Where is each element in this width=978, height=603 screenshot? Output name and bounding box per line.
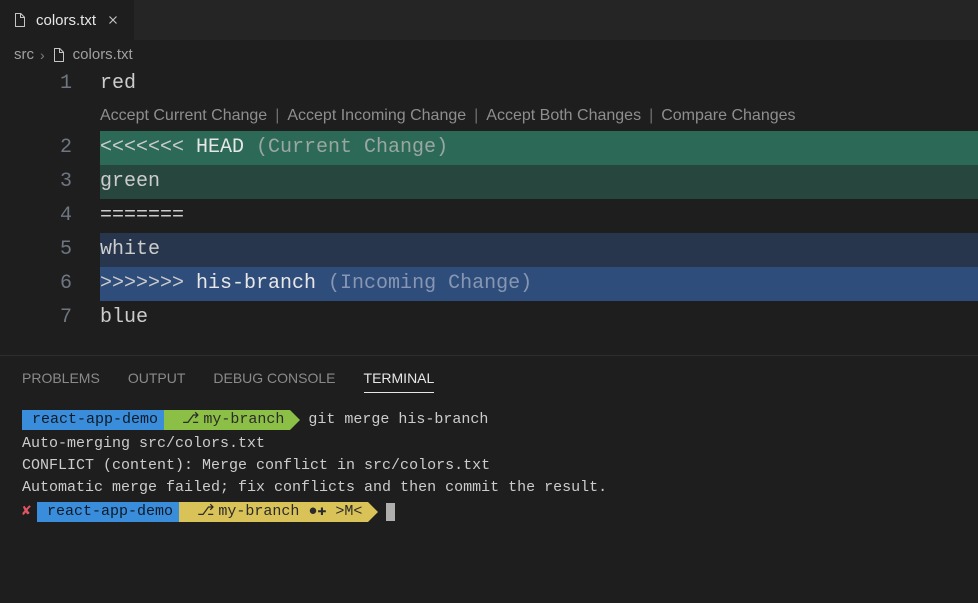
breadcrumb[interactable]: src › colors.txt [0, 40, 978, 67]
code-text[interactable]: green [100, 165, 978, 199]
close-icon[interactable] [104, 11, 122, 29]
tab-bar: colors.txt [0, 0, 978, 40]
terminal-output: Auto-merging src/colors.txt [22, 433, 956, 455]
editor[interactable]: 1 red Accept Current Change | Accept Inc… [0, 67, 978, 335]
terminal-line: ✘ react-app-demo ⎇my-branch ●✚ >M< [22, 501, 956, 523]
accept-incoming-link[interactable]: Accept Incoming Change [287, 101, 466, 131]
chevron-right-icon: › [40, 47, 45, 63]
code-text[interactable]: red [100, 67, 978, 101]
code-text[interactable]: blue [100, 301, 978, 335]
gutter: 2 [0, 131, 100, 165]
separator: | [649, 101, 653, 131]
accept-current-link[interactable]: Accept Current Change [100, 101, 267, 131]
code-text[interactable]: white [100, 233, 978, 267]
tab-problems[interactable]: PROBLEMS [22, 370, 100, 393]
line-6[interactable]: 6 >>>>>>> his-branch (Incoming Change) [0, 267, 978, 301]
file-icon [51, 47, 67, 63]
terminal-command: git merge his-branch [308, 409, 488, 431]
accept-both-link[interactable]: Accept Both Changes [486, 101, 641, 131]
prompt-branch-chip: ⎇my-branch [164, 410, 290, 430]
branch-icon: ⎇ [182, 411, 199, 428]
separator: | [474, 101, 478, 131]
conflict-incoming-marker[interactable]: >>>>>>> his-branch (Incoming Change) [100, 267, 978, 301]
line-5[interactable]: 5 white [0, 233, 978, 267]
branch-icon: ⎇ [197, 503, 214, 520]
line-2[interactable]: 2 <<<<<<< HEAD (Current Change) [0, 131, 978, 165]
error-icon: ✘ [22, 501, 31, 523]
tab-colors-txt[interactable]: colors.txt [0, 0, 134, 40]
line-4[interactable]: 4 ======= [0, 199, 978, 233]
terminal-line: react-app-demo ⎇my-branch git merge his-… [22, 409, 956, 431]
separator: | [275, 101, 279, 131]
tab-terminal[interactable]: TERMINAL [364, 370, 435, 393]
prompt-repo-chip: react-app-demo [37, 502, 179, 522]
conflict-current-marker[interactable]: <<<<<<< HEAD (Current Change) [100, 131, 978, 165]
tab-debug-console[interactable]: DEBUG CONSOLE [213, 370, 335, 393]
gutter: 5 [0, 233, 100, 267]
prompt-branch-chip: ⎇my-branch ●✚ >M< [179, 502, 368, 522]
terminal-output: CONFLICT (content): Merge conflict in sr… [22, 455, 956, 477]
line-3[interactable]: 3 green [0, 165, 978, 199]
terminal-cursor[interactable] [386, 503, 395, 521]
panel-tabbar: PROBLEMS OUTPUT DEBUG CONSOLE TERMINAL [0, 356, 978, 403]
line-7[interactable]: 7 blue [0, 301, 978, 335]
gutter: 1 [0, 67, 100, 101]
breadcrumb-file[interactable]: colors.txt [73, 46, 133, 63]
terminal[interactable]: react-app-demo ⎇my-branch git merge his-… [0, 403, 978, 535]
compare-changes-link[interactable]: Compare Changes [661, 101, 795, 131]
gutter: 4 [0, 199, 100, 233]
breadcrumb-folder[interactable]: src [14, 46, 34, 63]
file-icon [12, 12, 28, 28]
conflict-separator[interactable]: ======= [100, 199, 978, 233]
prompt-repo-chip: react-app-demo [22, 410, 164, 430]
merge-codelens: Accept Current Change | Accept Incoming … [0, 101, 978, 131]
tab-output[interactable]: OUTPUT [128, 370, 186, 393]
line-1[interactable]: 1 red [0, 67, 978, 101]
gutter: 3 [0, 165, 100, 199]
terminal-output: Automatic merge failed; fix conflicts an… [22, 477, 956, 499]
gutter: 7 [0, 301, 100, 335]
tab-label: colors.txt [36, 12, 96, 29]
gutter: 6 [0, 267, 100, 301]
bottom-panel: PROBLEMS OUTPUT DEBUG CONSOLE TERMINAL r… [0, 355, 978, 535]
